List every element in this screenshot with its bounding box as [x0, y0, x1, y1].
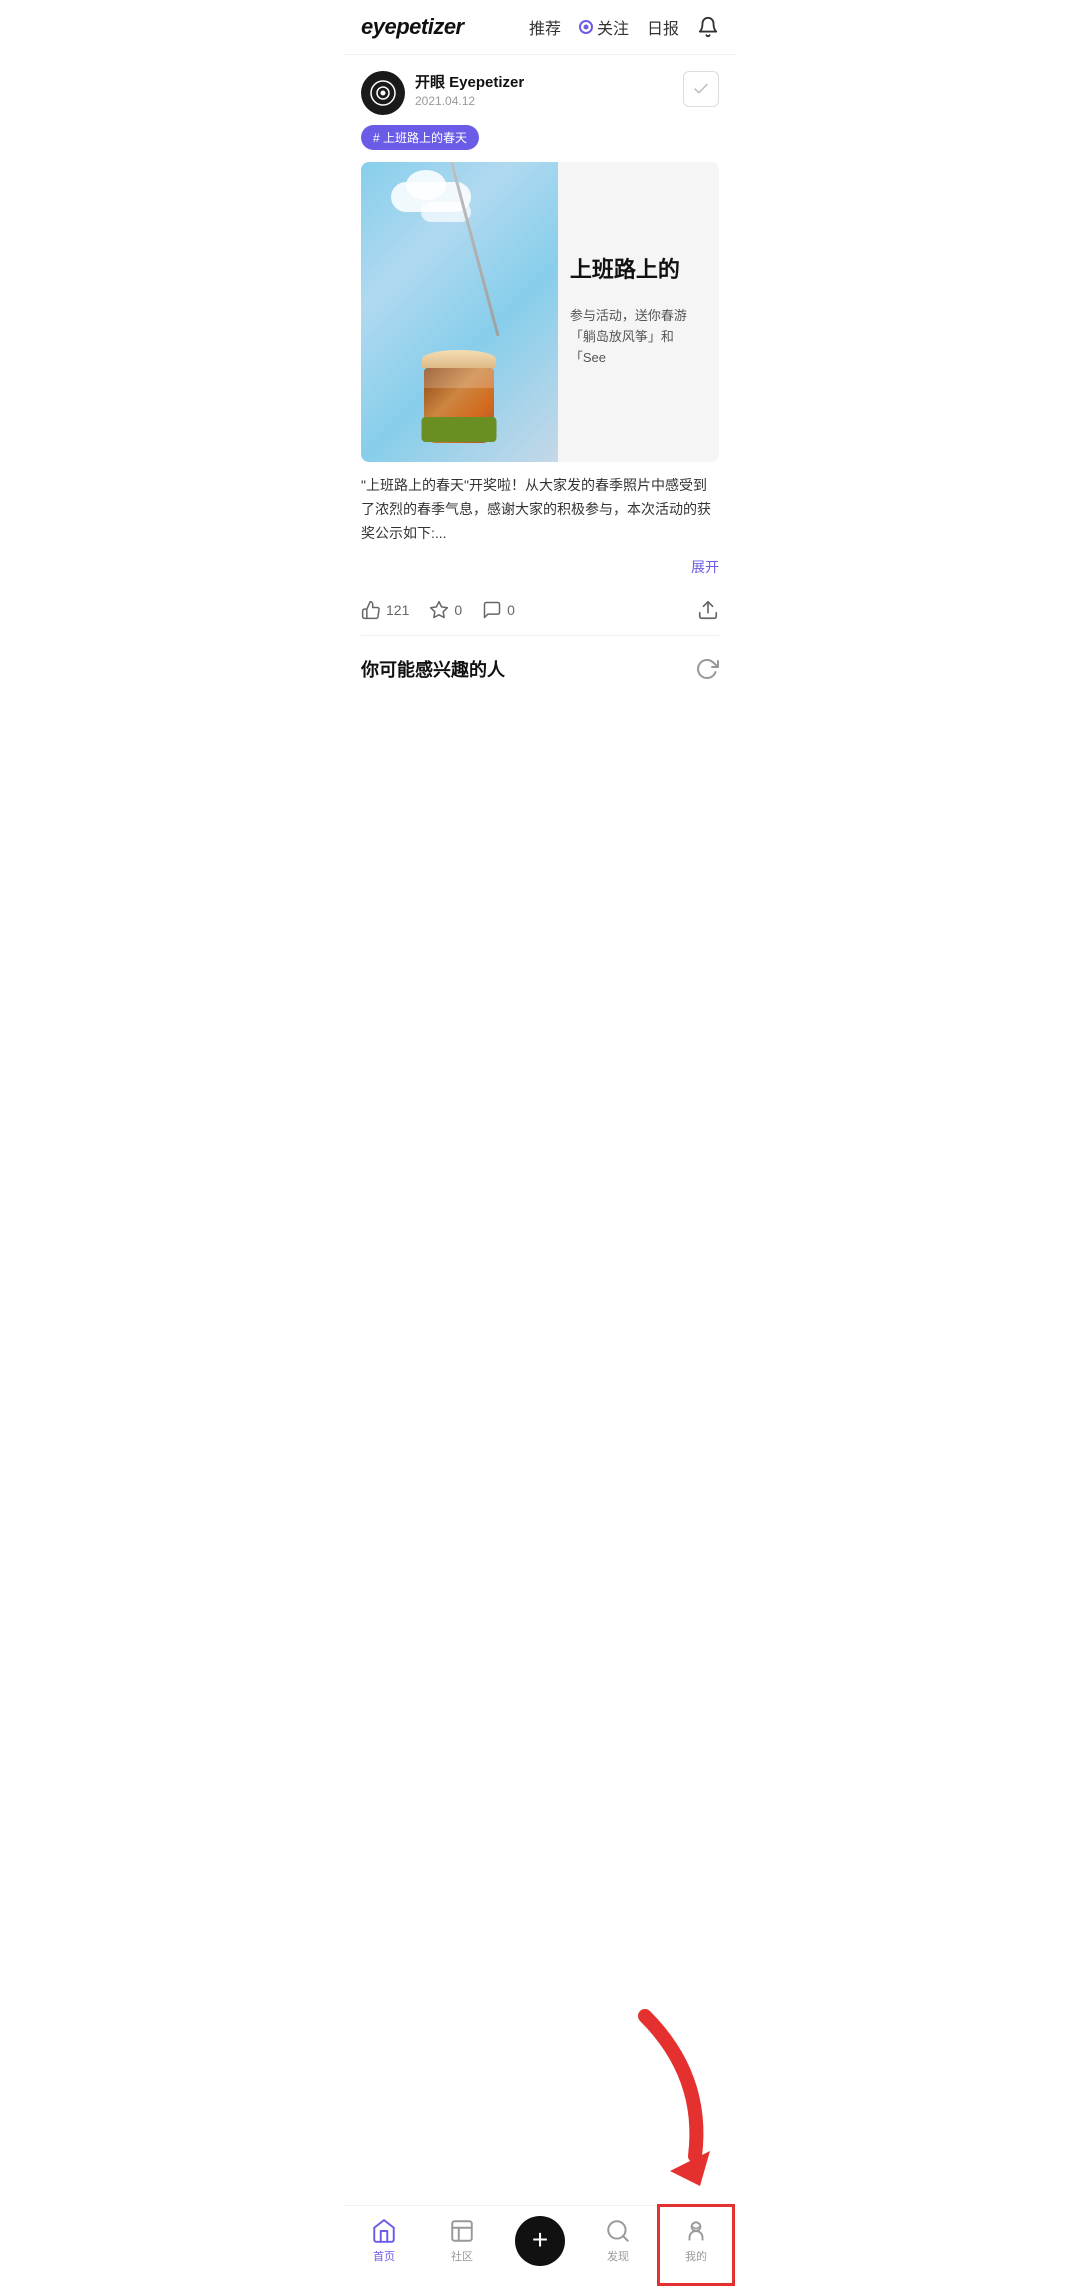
post-card: 开眼 Eyepetizer 2021.04.12 # 上班路上的春天 SeeSa… — [345, 55, 735, 636]
media-title: 上班路上的 — [570, 255, 707, 286]
suggestions-section-header: 你可能感兴趣的人 — [345, 636, 735, 694]
post-meta: 开眼 Eyepetizer 2021.04.12 — [415, 71, 683, 108]
mine-icon — [683, 2218, 709, 2244]
main-nav: 推荐 关注 日报 — [529, 15, 719, 39]
nav-follow[interactable]: 关注 — [579, 15, 629, 39]
follow-dot-icon — [579, 20, 593, 34]
post-content: "上班路上的春天"开奖啦！从大家发的春季照片中感受到了浓烈的春季气息，感谢大家的… — [361, 474, 719, 549]
comment-button[interactable]: 0 — [482, 600, 515, 620]
nav-tab-discover[interactable]: 发现 — [579, 2218, 657, 2264]
refresh-button[interactable] — [695, 657, 719, 681]
nav-tab-mine[interactable]: 我的 — [657, 2218, 735, 2264]
suggestions-title: 你可能感兴趣的人 — [361, 656, 695, 682]
action-bar: 121 0 0 — [361, 589, 719, 636]
author-avatar[interactable] — [361, 71, 405, 115]
nav-tab-discover-label: 发现 — [607, 2248, 629, 2264]
nav-tab-community[interactable]: 社区 — [423, 2218, 501, 2264]
post-media[interactable]: SeeSaw 上班路上的 参与活动，送你春游 「躺岛放风筝」和「See — [361, 162, 719, 462]
community-icon — [449, 2218, 475, 2244]
nav-tab-home-label: 首页 — [373, 2248, 395, 2264]
nav-recommend[interactable]: 推荐 — [529, 15, 561, 39]
discover-icon — [605, 2218, 631, 2244]
media-desc-2: 「躺岛放风筝」和「See — [570, 327, 707, 369]
app-header: eyepetizer 推荐 关注 日报 — [345, 0, 735, 55]
cup-illustration: SeeSaw — [424, 352, 494, 442]
nav-tab-add[interactable]: + — [501, 2216, 579, 2266]
notification-bell-icon[interactable] — [697, 16, 719, 38]
bookmark-check-button[interactable] — [683, 71, 719, 107]
app-logo: eyepetizer — [361, 14, 529, 40]
nav-follow-label: 关注 — [597, 15, 629, 39]
nav-tab-community-label: 社区 — [451, 2248, 473, 2264]
like-button[interactable]: 121 — [361, 600, 409, 620]
nav-tab-mine-label: 我的 — [685, 2248, 707, 2264]
nav-tab-home[interactable]: 首页 — [345, 2218, 423, 2264]
post-author: 开眼 Eyepetizer — [415, 71, 683, 92]
share-button[interactable] — [697, 599, 719, 621]
straw-decoration — [450, 162, 499, 336]
expand-button[interactable]: 展开 — [361, 557, 719, 577]
comment-count: 0 — [507, 602, 515, 618]
post-tag[interactable]: # 上班路上的春天 — [361, 125, 479, 150]
cup-sleeve — [422, 417, 497, 442]
like-icon — [361, 600, 381, 620]
nav-daily[interactable]: 日报 — [647, 15, 679, 39]
page-bottom-spacer — [345, 694, 735, 794]
cup-foam — [422, 350, 496, 368]
nav-recommend-label: 推荐 — [529, 15, 561, 39]
media-photo: SeeSaw — [361, 162, 558, 462]
nav-daily-label: 日报 — [647, 15, 679, 39]
like-count: 121 — [386, 602, 409, 618]
arrow-annotation — [615, 1996, 735, 2196]
star-count: 0 — [454, 602, 462, 618]
comment-icon — [482, 600, 502, 620]
post-date: 2021.04.12 — [415, 94, 683, 108]
media-desc-1: 参与活动，送你春游 — [570, 306, 707, 327]
add-button[interactable]: + — [515, 2216, 565, 2266]
home-icon — [371, 2218, 397, 2244]
media-text-overlay: 上班路上的 参与活动，送你春游 「躺岛放风筝」和「See — [558, 162, 719, 462]
add-icon: + — [532, 2226, 548, 2254]
star-icon — [429, 600, 449, 620]
star-button[interactable]: 0 — [429, 600, 462, 620]
bottom-navigation: 首页 社区 + 发现 — [345, 2205, 735, 2286]
avatar-eye-icon — [370, 80, 396, 106]
post-header: 开眼 Eyepetizer 2021.04.12 — [361, 71, 719, 115]
